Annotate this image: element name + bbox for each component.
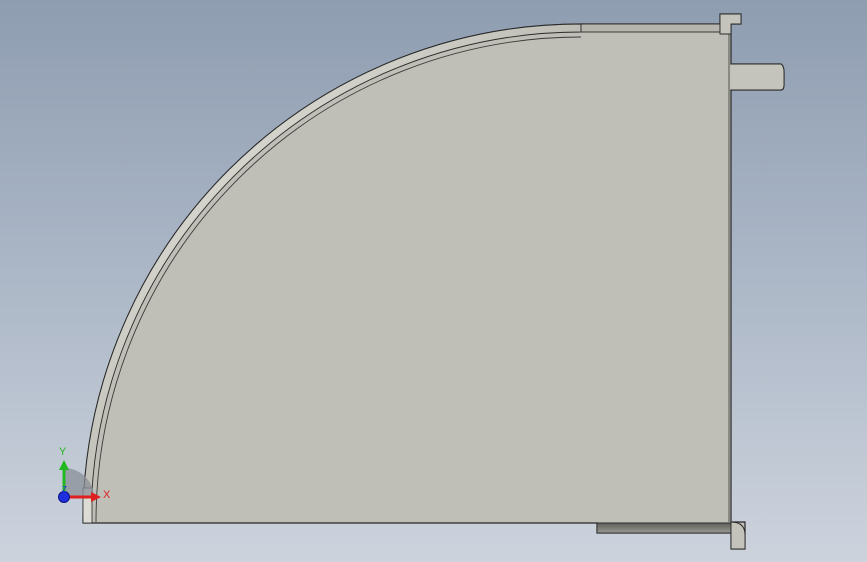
y-axis-label: Y [59,446,67,458]
x-axis-label: X [103,489,111,501]
z-axis-label: Z [62,485,67,494]
graphics-viewport[interactable]: Y X Z [0,0,867,562]
part-face[interactable] [82,13,785,550]
top-hook [719,13,742,35]
bottom-plate [596,522,732,534]
top-flange [580,23,721,33]
right-tab [731,63,785,91]
y-axis-arrow-icon [59,460,69,470]
model-canvas[interactable]: Y X Z [0,0,867,562]
